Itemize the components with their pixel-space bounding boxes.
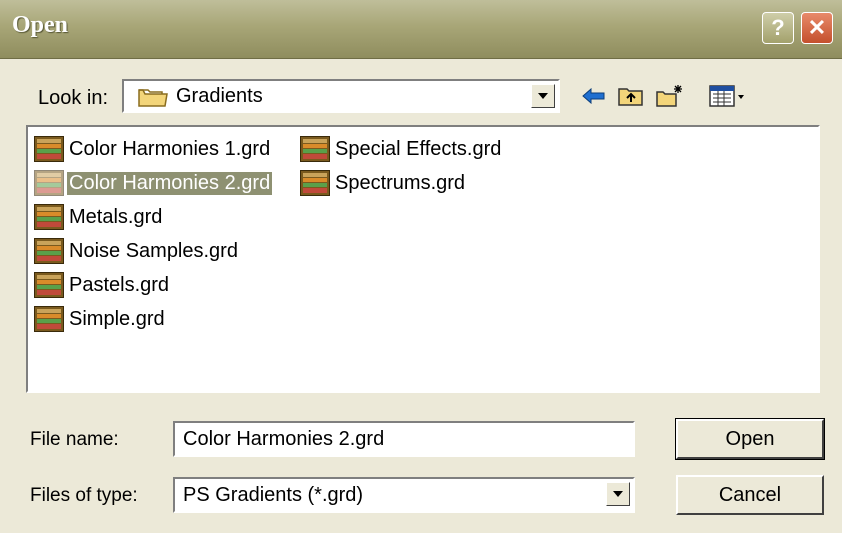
file-item[interactable]: Color Harmonies 1.grd	[34, 134, 272, 164]
gradient-file-icon	[34, 238, 64, 264]
file-name-label: File name:	[30, 429, 119, 450]
file-name-label: Simple.grd	[69, 307, 165, 330]
up-folder-button[interactable]	[615, 81, 647, 111]
back-button[interactable]	[578, 81, 610, 111]
gradient-file-icon	[34, 306, 64, 332]
gradient-file-icon	[300, 136, 330, 162]
file-item[interactable]: Simple.grd	[34, 304, 167, 334]
cancel-button[interactable]: Cancel	[676, 475, 824, 515]
look-in-label: Look in:	[38, 87, 109, 109]
view-menu-icon	[709, 85, 744, 107]
chevron-down-icon	[613, 491, 623, 497]
file-type-dropdown-button[interactable]	[606, 482, 630, 506]
look-in-dropdown[interactable]: Gradients	[122, 79, 560, 113]
file-name-label: Metals.grd	[69, 205, 163, 228]
open-button[interactable]: Open	[676, 419, 824, 459]
file-type-dropdown[interactable]: PS Gradients (*.grd)	[173, 477, 635, 513]
file-list[interactable]: Color Harmonies 1.grd Color Harmonies 2.…	[26, 125, 820, 393]
look-in-value: Gradients	[176, 85, 263, 107]
folder-icon	[138, 89, 168, 107]
close-button[interactable]: ✕	[801, 12, 833, 44]
gradient-file-icon	[34, 136, 64, 162]
file-name-label: Special Effects.grd	[335, 137, 502, 160]
back-icon	[582, 88, 605, 104]
file-name-label: Pastels.grd	[69, 273, 170, 296]
file-item-selected[interactable]: Color Harmonies 2.grd	[34, 168, 273, 198]
gradient-file-icon	[34, 170, 64, 196]
file-name-label: Color Harmonies 2.grd	[67, 171, 273, 195]
chevron-down-icon	[538, 93, 548, 99]
file-type-value: PS Gradients (*.grd)	[183, 484, 364, 506]
file-item[interactable]: Noise Samples.grd	[34, 236, 240, 266]
file-name-label: Spectrums.grd	[335, 171, 466, 194]
look-in-dropdown-button[interactable]	[531, 84, 555, 108]
file-item[interactable]: Metals.grd	[34, 202, 164, 232]
help-button[interactable]: ?	[762, 12, 794, 44]
file-name-label: Noise Samples.grd	[69, 239, 238, 262]
title-bar[interactable]: Open ? ✕	[0, 0, 842, 59]
window-title: Open	[12, 12, 69, 38]
up-folder-icon	[618, 88, 643, 106]
file-item[interactable]: Special Effects.grd	[300, 134, 503, 164]
file-name-label: Color Harmonies 1.grd	[69, 137, 271, 160]
file-item[interactable]: Spectrums.grd	[300, 168, 467, 198]
view-menu-button[interactable]	[706, 81, 748, 111]
file-item[interactable]: Pastels.grd	[34, 270, 171, 300]
new-folder-icon	[656, 85, 682, 107]
new-folder-button[interactable]	[654, 81, 686, 111]
file-name-input[interactable]	[173, 421, 635, 457]
file-type-label: Files of type:	[30, 485, 138, 506]
gradient-file-icon	[34, 204, 64, 230]
gradient-file-icon	[300, 170, 330, 196]
gradient-file-icon	[34, 272, 64, 298]
